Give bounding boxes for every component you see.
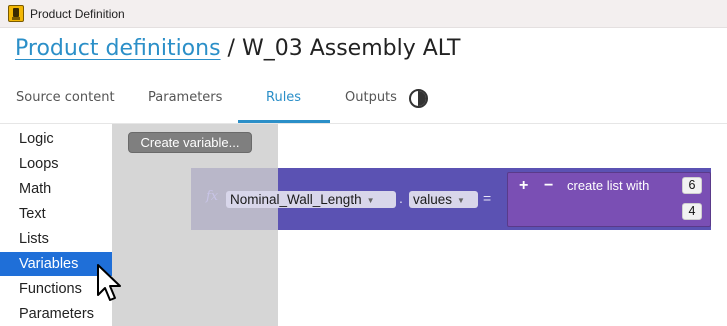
category-math[interactable]: Math <box>0 177 112 201</box>
tab-parameters[interactable]: Parameters <box>148 90 222 105</box>
app-icon <box>8 5 24 22</box>
category-text[interactable]: Text <box>0 202 112 226</box>
create-variable-button[interactable]: Create variable... <box>128 132 252 153</box>
breadcrumb-link-product-definitions[interactable]: Product definitions <box>15 36 221 61</box>
add-item-button[interactable]: + <box>519 177 528 195</box>
window-title: Product Definition <box>30 7 125 21</box>
property-name: values <box>413 192 453 207</box>
active-tab-indicator <box>238 120 330 123</box>
property-dot: . <box>399 190 403 206</box>
list-item-value[interactable]: 6 <box>682 177 702 194</box>
chevron-down-icon: ▼ <box>366 195 375 205</box>
property-dropdown[interactable]: values ▼ <box>409 191 478 208</box>
tab-bar: Source content Parameters Rules Outputs <box>0 80 727 124</box>
chevron-down-icon: ▼ <box>457 195 465 205</box>
page-title: W_03 Assembly ALT <box>241 36 461 61</box>
category-parameters[interactable]: Parameters <box>0 302 112 326</box>
tab-outputs[interactable]: Outputs <box>345 90 397 105</box>
remove-item-button[interactable]: − <box>544 177 553 195</box>
category-logic[interactable]: Logic <box>0 127 112 151</box>
category-loops[interactable]: Loops <box>0 152 112 176</box>
category-lists[interactable]: Lists <box>0 227 112 251</box>
tab-source-content[interactable]: Source content <box>16 90 115 105</box>
window-titlebar: Product Definition <box>0 0 727 28</box>
equals-sign: = <box>483 190 492 206</box>
list-item-value[interactable]: 4 <box>682 203 702 220</box>
breadcrumb: Product definitions / W_03 Assembly ALT <box>15 36 460 61</box>
tab-rules[interactable]: Rules <box>266 90 301 105</box>
variable-name: Nominal_Wall_Length <box>230 192 362 207</box>
fx-icon: fx <box>206 189 219 204</box>
create-list-label: create list with <box>567 178 650 193</box>
variable-dropdown[interactable]: Nominal_Wall_Length ▼ <box>226 191 396 208</box>
contrast-icon[interactable] <box>409 89 428 108</box>
breadcrumb-separator: / <box>227 36 235 61</box>
mouse-pointer-icon <box>97 264 121 301</box>
